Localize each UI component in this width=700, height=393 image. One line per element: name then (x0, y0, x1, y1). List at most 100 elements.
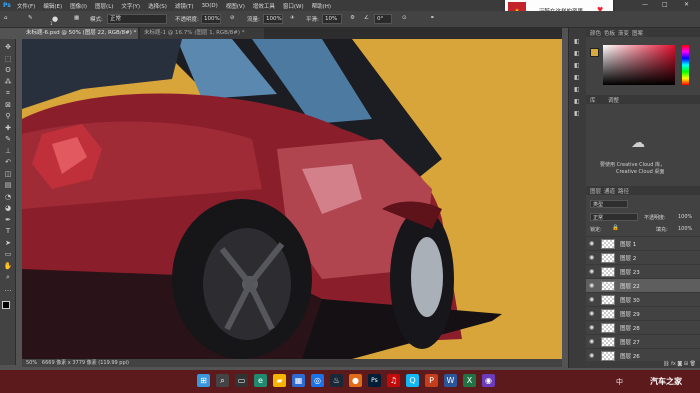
menu-item[interactable]: 3D(D) (198, 3, 222, 9)
eraser-tool-icon[interactable]: ◫ (3, 170, 13, 178)
menu-item[interactable]: 文字(Y) (117, 2, 144, 10)
adjustments-icon[interactable]: ◧ (574, 62, 580, 69)
visibility-eye-icon[interactable]: ◉ (589, 338, 597, 346)
flow-input[interactable]: 100% (263, 14, 283, 24)
lock-icon[interactable]: 🔒 (612, 225, 619, 231)
layer-opacity-value[interactable]: 100% (678, 214, 692, 220)
layers-panel-tab[interactable]: 通道 (604, 187, 615, 195)
windows-icon[interactable]: ⊞ (197, 374, 210, 387)
zoom-tool-icon[interactable]: ⌕ (3, 273, 13, 281)
pressure-opacity-icon[interactable]: ⊘ (230, 15, 235, 21)
lens-icon[interactable]: ◎ (311, 374, 324, 387)
menu-item[interactable]: 图像(I) (66, 2, 91, 10)
canvas[interactable] (22, 39, 562, 359)
symmetry-icon[interactable]: ⚭ (430, 15, 435, 21)
marquee-tool-icon[interactable]: ⬚ (3, 55, 13, 63)
frame-tool-icon[interactable]: ⊠ (3, 101, 13, 109)
app-icon[interactable]: ● (349, 374, 362, 387)
layers-panel-tab[interactable]: 图层 (590, 187, 601, 195)
explorer-icon[interactable]: ▰ (273, 374, 286, 387)
layer-row[interactable]: ◉ 图层 26 (586, 348, 700, 362)
info-icon[interactable]: ◧ (574, 110, 580, 117)
foreground-swatch[interactable] (590, 48, 599, 57)
clone-stamp-icon[interactable]: ⊥ (3, 147, 13, 155)
visibility-eye-icon[interactable]: ◉ (589, 254, 597, 262)
hue-slider[interactable] (682, 45, 689, 85)
character-icon[interactable]: ◧ (574, 74, 580, 81)
move-tool-icon[interactable]: ✥ (3, 43, 13, 51)
rectangle-tool-icon[interactable]: ▭ (3, 250, 13, 258)
ime-indicator[interactable]: 中 (616, 377, 623, 387)
qq-icon[interactable]: Q (406, 374, 419, 387)
visibility-eye-icon[interactable]: ◉ (589, 352, 597, 360)
mask-icon[interactable]: ◙ (677, 361, 682, 367)
link-layers-icon[interactable]: ⛓ (663, 361, 669, 367)
paragraph-icon[interactable]: ◧ (574, 86, 580, 93)
path-select-icon[interactable]: ➤ (3, 239, 13, 247)
dodge-tool-icon[interactable]: ◕ (3, 204, 13, 212)
layer-row[interactable]: ◉ 图层 28 (586, 320, 700, 334)
menu-item[interactable]: 编辑(E) (39, 2, 66, 10)
brush-settings-icon[interactable]: ◧ (574, 98, 580, 105)
visibility-eye-icon[interactable]: ◉ (589, 324, 597, 332)
tab-active-doc[interactable]: 未标题-6.psd @ 50% (图层 22, RGB/8#) * (22, 28, 138, 39)
powerpoint-icon[interactable]: P (425, 374, 438, 387)
eyedropper-icon[interactable]: ⚲ (3, 112, 13, 120)
visibility-eye-icon[interactable]: ◉ (589, 310, 597, 318)
excel-icon[interactable]: X (463, 374, 476, 387)
layer-row[interactable]: ◉ 图层 30 (586, 292, 700, 306)
menu-item[interactable]: 选择(S) (144, 2, 171, 10)
color-panel-tab[interactable]: 图案 (632, 29, 643, 37)
history-icon[interactable]: ◧ (574, 38, 580, 45)
mode-select[interactable]: 正常 (107, 14, 167, 24)
layers-panel-tab[interactable]: 路径 (618, 187, 629, 195)
lasso-tool-icon[interactable]: ʘ (3, 66, 13, 74)
menu-item[interactable]: 增效工具 (249, 2, 279, 10)
menu-item[interactable]: 滤镜(T) (171, 2, 198, 10)
history-brush-icon[interactable]: ↶ (3, 158, 13, 166)
menu-item[interactable]: 帮助(H) (308, 2, 335, 10)
brush-tool-icon[interactable]: ✎ (3, 135, 13, 143)
hand-tool-icon[interactable]: ✋ (3, 262, 13, 270)
menu-item[interactable]: 视图(V) (222, 2, 249, 10)
fx-icon[interactable]: fx (671, 361, 676, 367)
menu-item[interactable]: 图层(L) (91, 2, 117, 10)
layer-row[interactable]: ◉ 图层 22 (586, 278, 700, 292)
angle-input[interactable]: 0° (374, 14, 392, 24)
task-view-icon[interactable]: ▭ (235, 374, 248, 387)
brush-panel-icon[interactable]: ▦ (74, 15, 79, 21)
crop-tool-icon[interactable]: ⌗ (3, 89, 13, 97)
steam-icon[interactable]: ♨ (330, 374, 343, 387)
color-field[interactable] (603, 45, 675, 85)
menu-item[interactable]: 文件(F) (13, 2, 39, 10)
blur-tool-icon[interactable]: ◔ (3, 193, 13, 201)
opacity-input[interactable]: 100% (201, 14, 221, 24)
menu-item[interactable]: 窗口(W) (279, 2, 308, 10)
tab-doc-2[interactable]: 未标题-1 @ 16.7% (图层 1, RGB/8#) * (140, 28, 264, 39)
color-panel-tab[interactable]: 色板 (604, 29, 615, 37)
color-panel-tab[interactable]: 渐变 (618, 29, 629, 37)
pen-tool-icon[interactable]: ✒ (3, 216, 13, 224)
layer-row[interactable]: ◉ 图层 23 (586, 264, 700, 278)
home-icon[interactable]: ⌂ (4, 15, 8, 21)
minimize-icon[interactable]: — (642, 1, 648, 8)
properties-icon[interactable]: ◧ (574, 50, 580, 57)
brush-tool-icon[interactable]: ✎ (28, 15, 33, 21)
pressure-size-icon[interactable]: ⊙ (402, 15, 407, 21)
library-panel-tab[interactable]: 调整 (608, 96, 619, 104)
kind-filter-select[interactable]: 类型 (590, 200, 628, 208)
visibility-eye-icon[interactable]: ◉ (589, 296, 597, 304)
color-panel-tab[interactable]: 颜色 (590, 29, 601, 37)
layer-row[interactable]: ◉ 图层 29 (586, 306, 700, 320)
quick-select-icon[interactable]: ⁂ (3, 78, 13, 86)
edge-icon[interactable]: e (254, 374, 267, 387)
gradient-tool-icon[interactable]: ▤ (3, 181, 13, 189)
netease-icon[interactable]: ♫ (387, 374, 400, 387)
close-icon[interactable]: ✕ (684, 1, 689, 8)
airbrush-icon[interactable]: ✈ (290, 15, 295, 21)
visibility-eye-icon[interactable]: ◉ (589, 282, 597, 290)
library-panel-tab[interactable]: 库 (590, 96, 596, 104)
visibility-eye-icon[interactable]: ◉ (589, 268, 597, 276)
visibility-eye-icon[interactable]: ◉ (589, 240, 597, 248)
more-tools-icon[interactable]: … (3, 285, 13, 293)
